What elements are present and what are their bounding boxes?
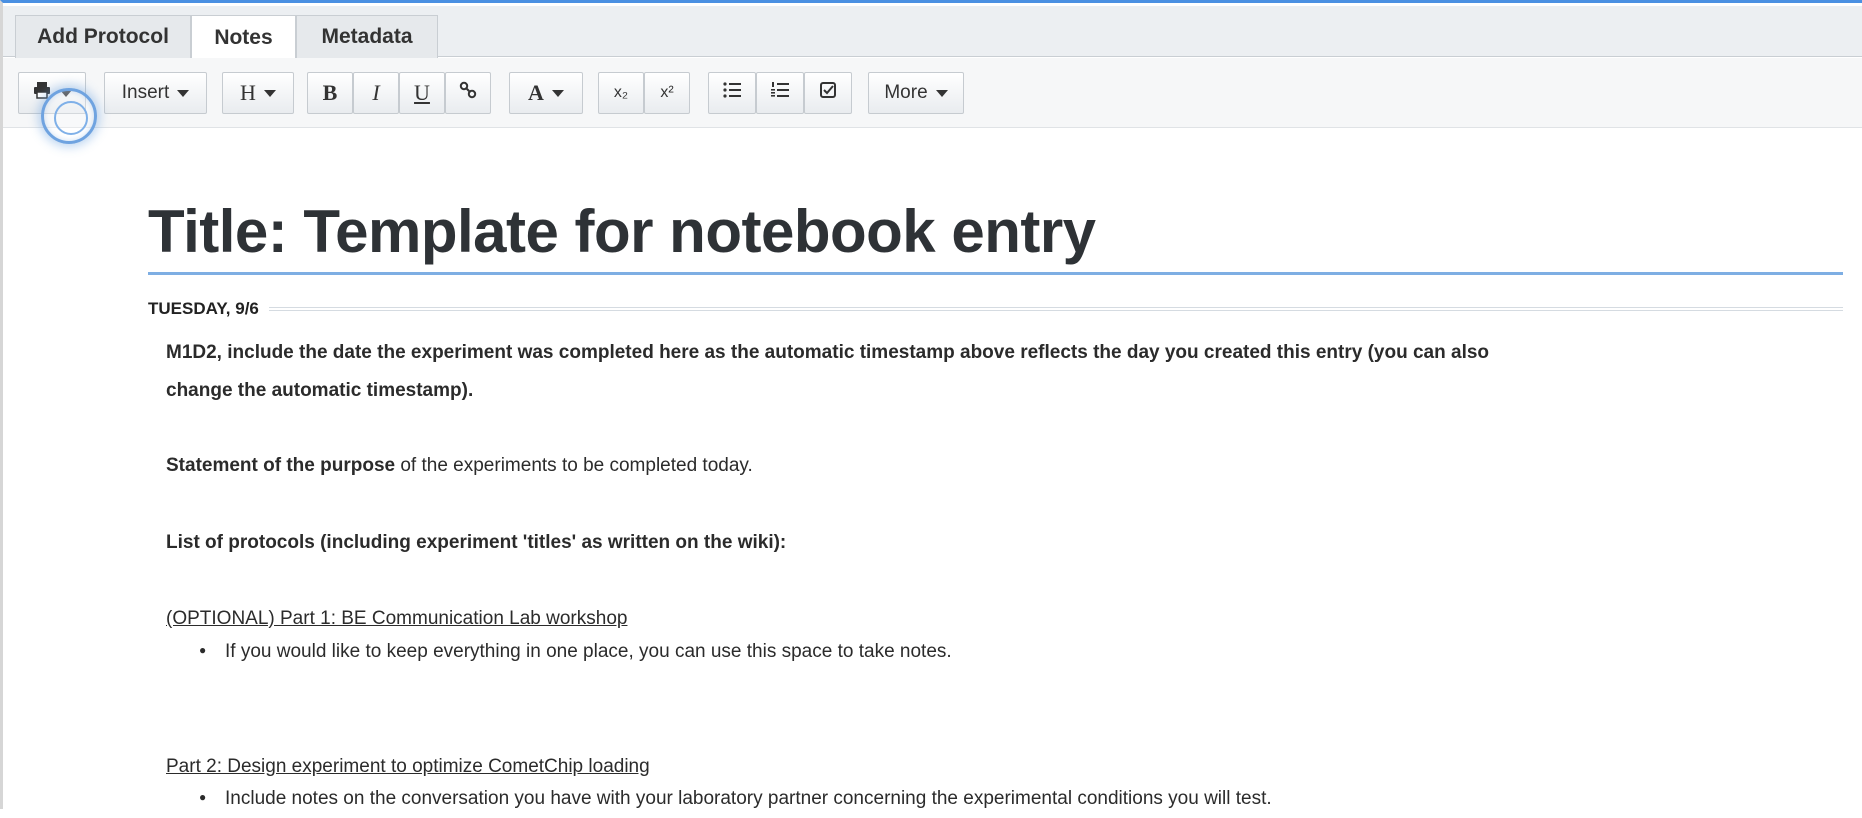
bullet-list-icon [722, 81, 742, 105]
purpose-rest-text: of the experiments to be completed today… [395, 455, 753, 476]
formatting-toolbar: Insert H B I U A x₂ x² More [3, 58, 1862, 128]
date-rule [268, 307, 1843, 311]
subscript-button[interactable]: x₂ [598, 72, 644, 114]
heading-dropdown-button[interactable]: H [222, 72, 294, 114]
link-button[interactable] [445, 72, 491, 114]
chevron-down-icon [551, 89, 564, 97]
timestamp-note-paragraph: M1D2, include the date the experiment wa… [166, 334, 1806, 410]
part1-bullet: If you would like to keep everything in … [203, 633, 1843, 671]
text-color-label: A [528, 80, 544, 105]
tab-add-protocol[interactable]: Add Protocol [15, 15, 191, 58]
tab-notes[interactable]: Notes [191, 15, 296, 59]
date-divider: TUESDAY, 9/6 [148, 297, 1843, 321]
more-label: More [884, 82, 928, 103]
heading-label: H [240, 80, 256, 105]
numbered-list-button[interactable] [756, 72, 804, 114]
entry-title[interactable]: Title: Template for notebook entry [148, 197, 1843, 275]
checkbox-icon [819, 81, 837, 105]
insert-dropdown-button[interactable]: Insert [104, 72, 207, 114]
timestamp-note-line1: M1D2, include the date the experiment wa… [166, 342, 1490, 363]
timestamp-note-line2: change the automatic timestamp). [166, 380, 474, 401]
part2-bullet: Include notes on the conversation you ha… [203, 780, 1843, 818]
part2-bullet-text: Include notes on the conversation you ha… [225, 788, 1272, 810]
protocols-list-heading: List of protocols (including experiment … [166, 532, 787, 553]
purpose-bold-text: Statement of the purpose [166, 455, 396, 476]
link-icon [458, 80, 478, 106]
bold-button[interactable]: B [307, 72, 353, 114]
checklist-button[interactable] [804, 72, 852, 114]
entry-date: TUESDAY, 9/6 [148, 299, 259, 318]
text-color-dropdown-button[interactable]: A [509, 72, 583, 114]
purpose-paragraph: Statement of the purpose of the experime… [166, 447, 1806, 485]
italic-button[interactable]: I [353, 72, 399, 114]
chevron-down-icon [935, 89, 948, 97]
numbered-list-icon [770, 81, 790, 105]
notes-editor[interactable]: Title: Template for notebook entry TUESD… [3, 129, 1862, 812]
superscript-button[interactable]: x² [644, 72, 690, 114]
chevron-down-icon [177, 89, 190, 97]
bullet-list-button[interactable] [708, 72, 756, 114]
more-dropdown-button[interactable]: More [868, 72, 964, 114]
underline-button[interactable]: U [399, 72, 445, 114]
insert-label: Insert [121, 82, 170, 103]
part1-bullet-text: If you would like to keep everything in … [225, 641, 952, 663]
editor-window: Add Protocol Notes Metadata Insert H B I… [0, 0, 1862, 809]
tab-bar: Add Protocol Notes Metadata [3, 6, 1862, 59]
chevron-down-icon [263, 89, 276, 97]
tab-metadata[interactable]: Metadata [296, 15, 438, 58]
